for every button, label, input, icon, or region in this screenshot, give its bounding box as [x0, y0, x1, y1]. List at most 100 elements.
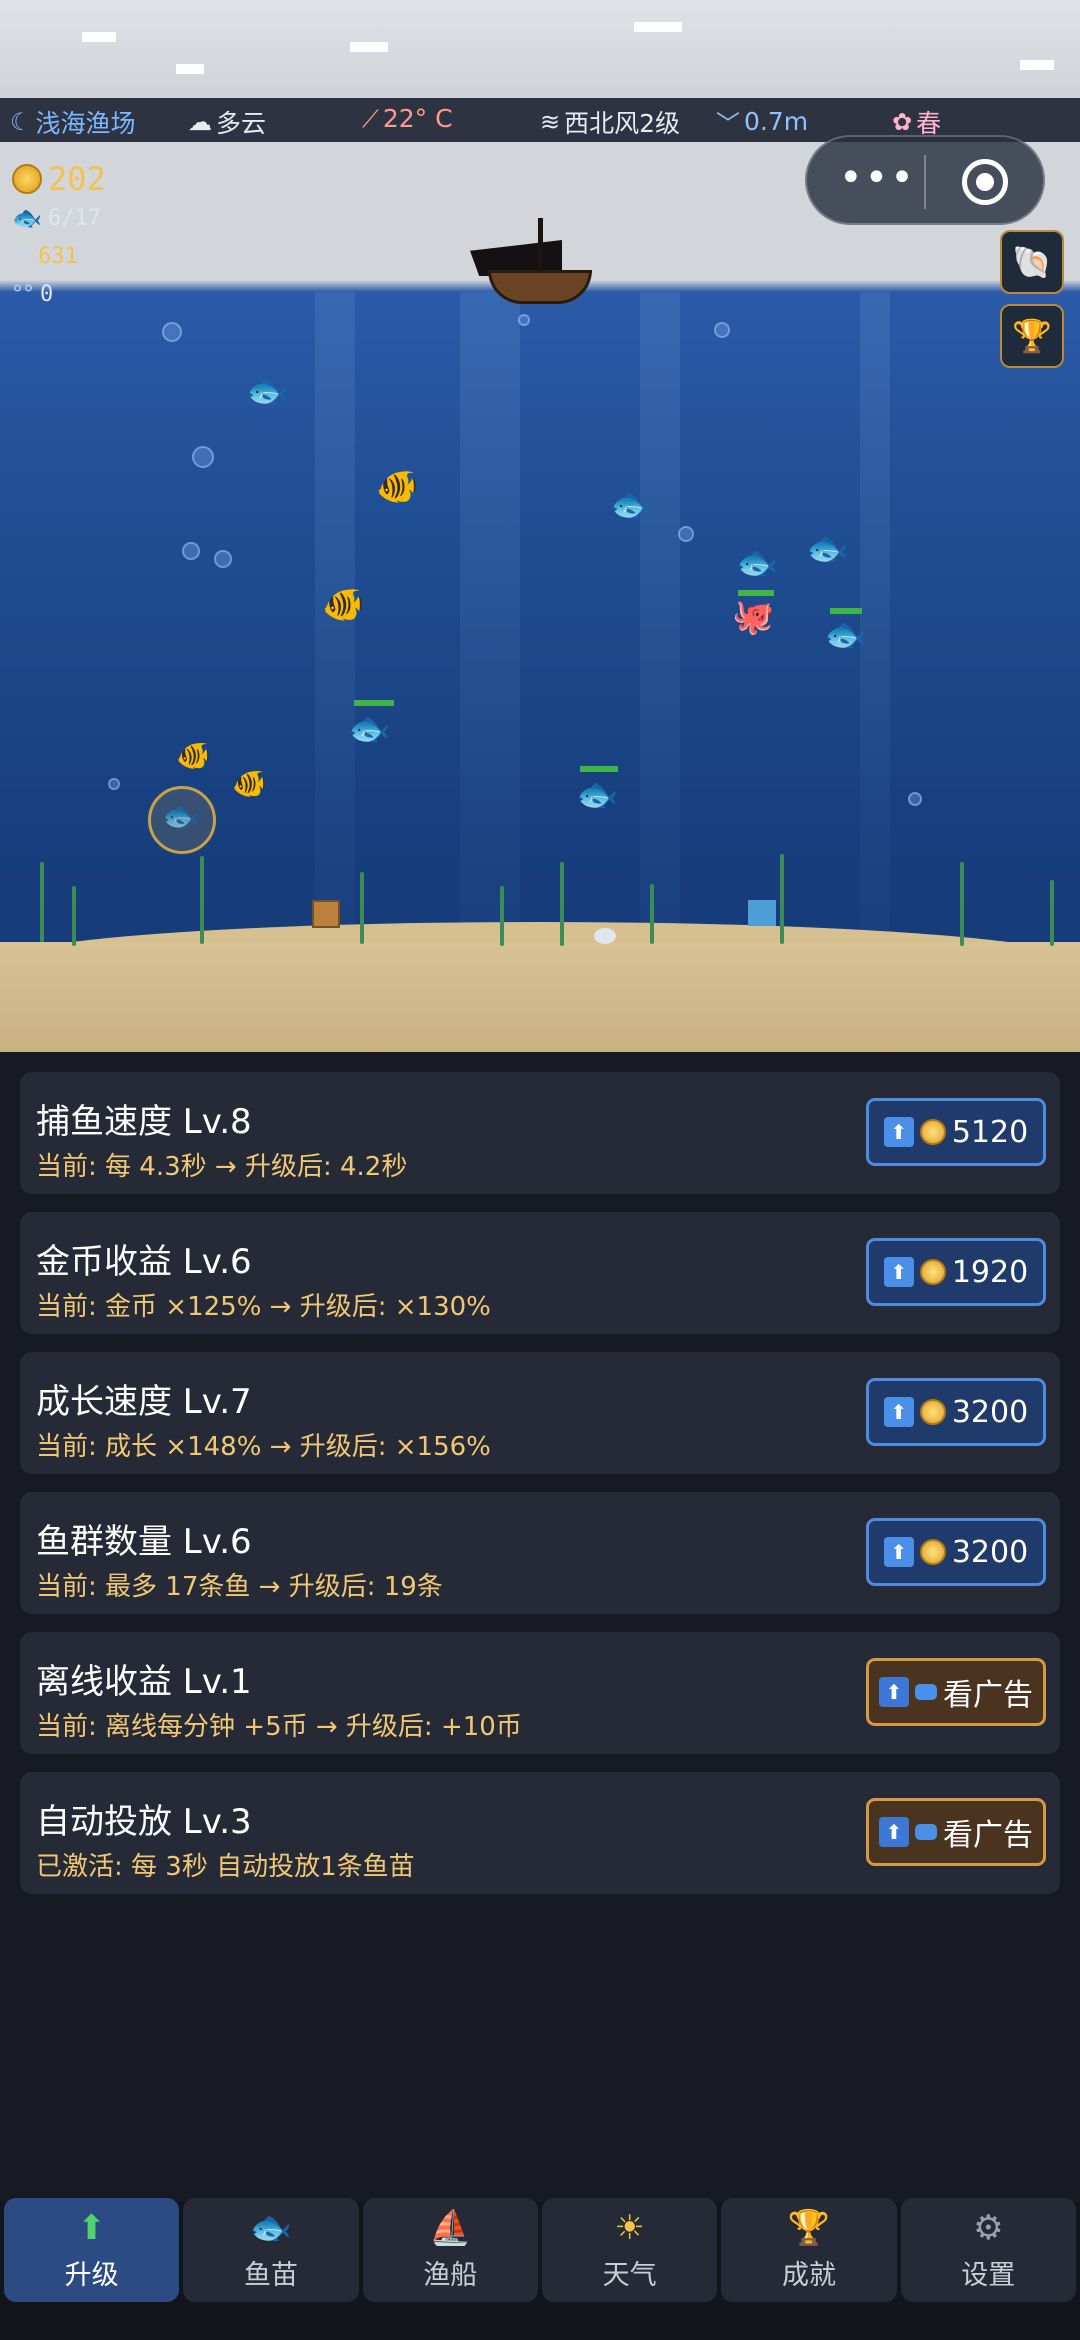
coin-icon — [919, 1539, 946, 1565]
fish[interactable]: 🐟 — [246, 374, 288, 408]
boat-hull — [488, 270, 592, 304]
bubble — [162, 322, 182, 342]
upgrade-button[interactable]: ⬆ 5120 — [866, 1098, 1046, 1166]
video-icon — [915, 1684, 937, 1700]
tab-achievements[interactable]: 🏆 成就 — [721, 2198, 897, 2302]
shell-icon: 🐚 — [1012, 243, 1052, 281]
seaweed — [200, 856, 204, 944]
more-dots-icon[interactable]: ••• — [839, 158, 916, 198]
fish[interactable]: 🐟 — [610, 488, 652, 522]
bubble-icon: °° — [12, 282, 34, 307]
bubble — [108, 778, 120, 790]
upgrade-title: 离线收益 Lv.1 — [36, 1662, 252, 1702]
watch-ad-button[interactable]: ⬆ 看广告 — [866, 1658, 1046, 1726]
trophy-icon: 🏆 — [787, 2207, 831, 2248]
hook-icon: ⌐ — [12, 242, 33, 270]
fish[interactable]: 🐙 — [732, 600, 774, 634]
fish[interactable]: 🐠 — [376, 470, 418, 504]
fish[interactable]: 🐟 — [576, 778, 618, 812]
cloud — [82, 32, 116, 42]
sun-icon: ☀ — [614, 2207, 645, 2248]
sky — [0, 0, 1080, 100]
tab-weather[interactable]: ☀ 天气 — [541, 2198, 718, 2302]
shell-button[interactable]: 🐚 — [1000, 230, 1064, 294]
tab-upgrade[interactable]: ⬆ 升级 — [4, 2198, 180, 2302]
fish[interactable]: 🐟 — [162, 802, 199, 832]
up-arrow-icon: ⬆ — [883, 1397, 914, 1427]
up-arrow-icon: ⬆ — [77, 2207, 106, 2248]
fish-growth-bar — [830, 608, 862, 614]
up-arrow-icon: ⬆ — [883, 1537, 914, 1567]
cloud — [176, 64, 204, 74]
tab-fry[interactable]: 🐟 鱼苗 — [183, 2198, 359, 2302]
up-arrow-icon: ⬆ — [879, 1817, 909, 1847]
seabed — [0, 942, 1080, 1052]
upgrade-desc: 当前: 最多 17条鱼 → 升级后: 19条 — [36, 1572, 443, 1602]
upgrade-title: 捕鱼速度 Lv.8 — [36, 1102, 252, 1142]
upgrade-card-offline-income: 离线收益 Lv.1 当前: 离线每分钟 +5币 → 升级后: +10币 ⬆ 看广… — [20, 1632, 1060, 1754]
up-arrow-icon: ⬆ — [883, 1257, 914, 1287]
upgrade-desc: 已激活: 每 3秒 自动投放1条鱼苗 — [36, 1852, 415, 1882]
up-arrow-icon: ⬆ — [879, 1677, 909, 1707]
bubble — [192, 446, 214, 468]
moon-icon: ☾ — [10, 108, 32, 136]
capsule-divider — [924, 155, 926, 209]
seashell — [594, 928, 616, 944]
upgrade-card-fishing-speed: 捕鱼速度 Lv.8 当前: 每 4.3秒 → 升级后: 4.2秒 ⬆ 5120 — [20, 1072, 1060, 1194]
upgrade-title: 成长速度 Lv.7 — [36, 1382, 252, 1422]
upgrade-card-coin-income: 金币收益 Lv.6 当前: 金币 ×125% → 升级后: ×130% ⬆ 19… — [20, 1212, 1060, 1334]
fish[interactable]: 🐠 — [232, 770, 267, 798]
bubble — [714, 322, 730, 338]
flower-icon: ✿ — [892, 108, 913, 136]
upgrade-panel: 捕鱼速度 Lv.8 当前: 每 4.3秒 → 升级后: 4.2秒 ⬆ 5120 … — [0, 1052, 1080, 2202]
watch-ad-button[interactable]: ⬆ 看广告 — [866, 1798, 1046, 1866]
seaweed — [650, 884, 654, 944]
fishing-scene[interactable]: 🐟 🐠 🐟 🐠 🐟 🐟 🐙 🐟 🐟 🐠 🐠 🐟 🐟 — [0, 142, 1080, 1052]
thermometer-icon: ⟋ — [362, 104, 379, 133]
fish-growth-bar — [580, 766, 618, 772]
upgrade-card-fish-count: 鱼群数量 Lv.6 当前: 最多 17条鱼 → 升级后: 19条 ⬆ 3200 — [20, 1492, 1060, 1614]
cloud — [350, 42, 388, 52]
trophy-button[interactable]: 🏆 — [1000, 304, 1064, 368]
tab-settings[interactable]: ⚙ 设置 — [900, 2198, 1076, 2302]
fish[interactable]: 🐠 — [322, 588, 364, 622]
fish[interactable]: 🐟 — [806, 532, 848, 566]
trophy-icon: 🏆 — [1012, 317, 1052, 355]
coral-block — [748, 900, 776, 926]
upgrade-title: 自动投放 Lv.3 — [36, 1802, 252, 1842]
bubble — [518, 314, 530, 326]
cloud-icon: ☁ — [188, 108, 212, 136]
upgrade-desc: 当前: 成长 ×148% → 升级后: ×156% — [36, 1432, 491, 1462]
fish-counter: 🐟 6/17 — [12, 204, 101, 232]
coin-icon — [919, 1119, 946, 1145]
fish[interactable]: 🐟 — [348, 712, 390, 746]
upgrade-button[interactable]: ⬆ 3200 — [866, 1378, 1046, 1446]
fish-growth-bar — [354, 700, 394, 706]
upgrade-button[interactable]: ⬆ 1920 — [866, 1238, 1046, 1306]
target-icon[interactable] — [962, 159, 1008, 205]
seaweed — [1050, 880, 1054, 946]
bubble-counter: °° 0 — [12, 282, 54, 307]
mini-program-capsule: ••• — [805, 135, 1045, 225]
wave: ﹀ 0.7m — [716, 104, 808, 139]
upgrade-button[interactable]: ⬆ 3200 — [866, 1518, 1046, 1586]
fish[interactable]: 🐟 — [736, 546, 778, 580]
gear-icon: ⚙ — [973, 2207, 1004, 2248]
seaweed — [560, 862, 564, 946]
coin-icon — [919, 1399, 946, 1425]
upgrade-title: 鱼群数量 Lv.6 — [36, 1522, 252, 1562]
coin-icon — [919, 1259, 946, 1285]
upgrade-card-auto-release: 自动投放 Lv.3 已激活: 每 3秒 自动投放1条鱼苗 ⬆ 看广告 — [20, 1772, 1060, 1894]
location[interactable]: ☾ 浅海渔场 — [10, 104, 136, 140]
video-icon — [915, 1824, 937, 1840]
fishing-boat[interactable] — [470, 218, 592, 308]
fish[interactable]: 🐠 — [176, 742, 211, 770]
tab-boat[interactable]: ⛵ 渔船 — [362, 2198, 538, 2302]
seaweed — [960, 862, 964, 946]
bubble — [908, 792, 922, 806]
cloud — [634, 22, 682, 32]
coin-icon — [12, 164, 42, 194]
fish-icon: 🐟 — [249, 2207, 293, 2248]
fish[interactable]: 🐟 — [824, 618, 866, 652]
bubble — [678, 526, 694, 542]
